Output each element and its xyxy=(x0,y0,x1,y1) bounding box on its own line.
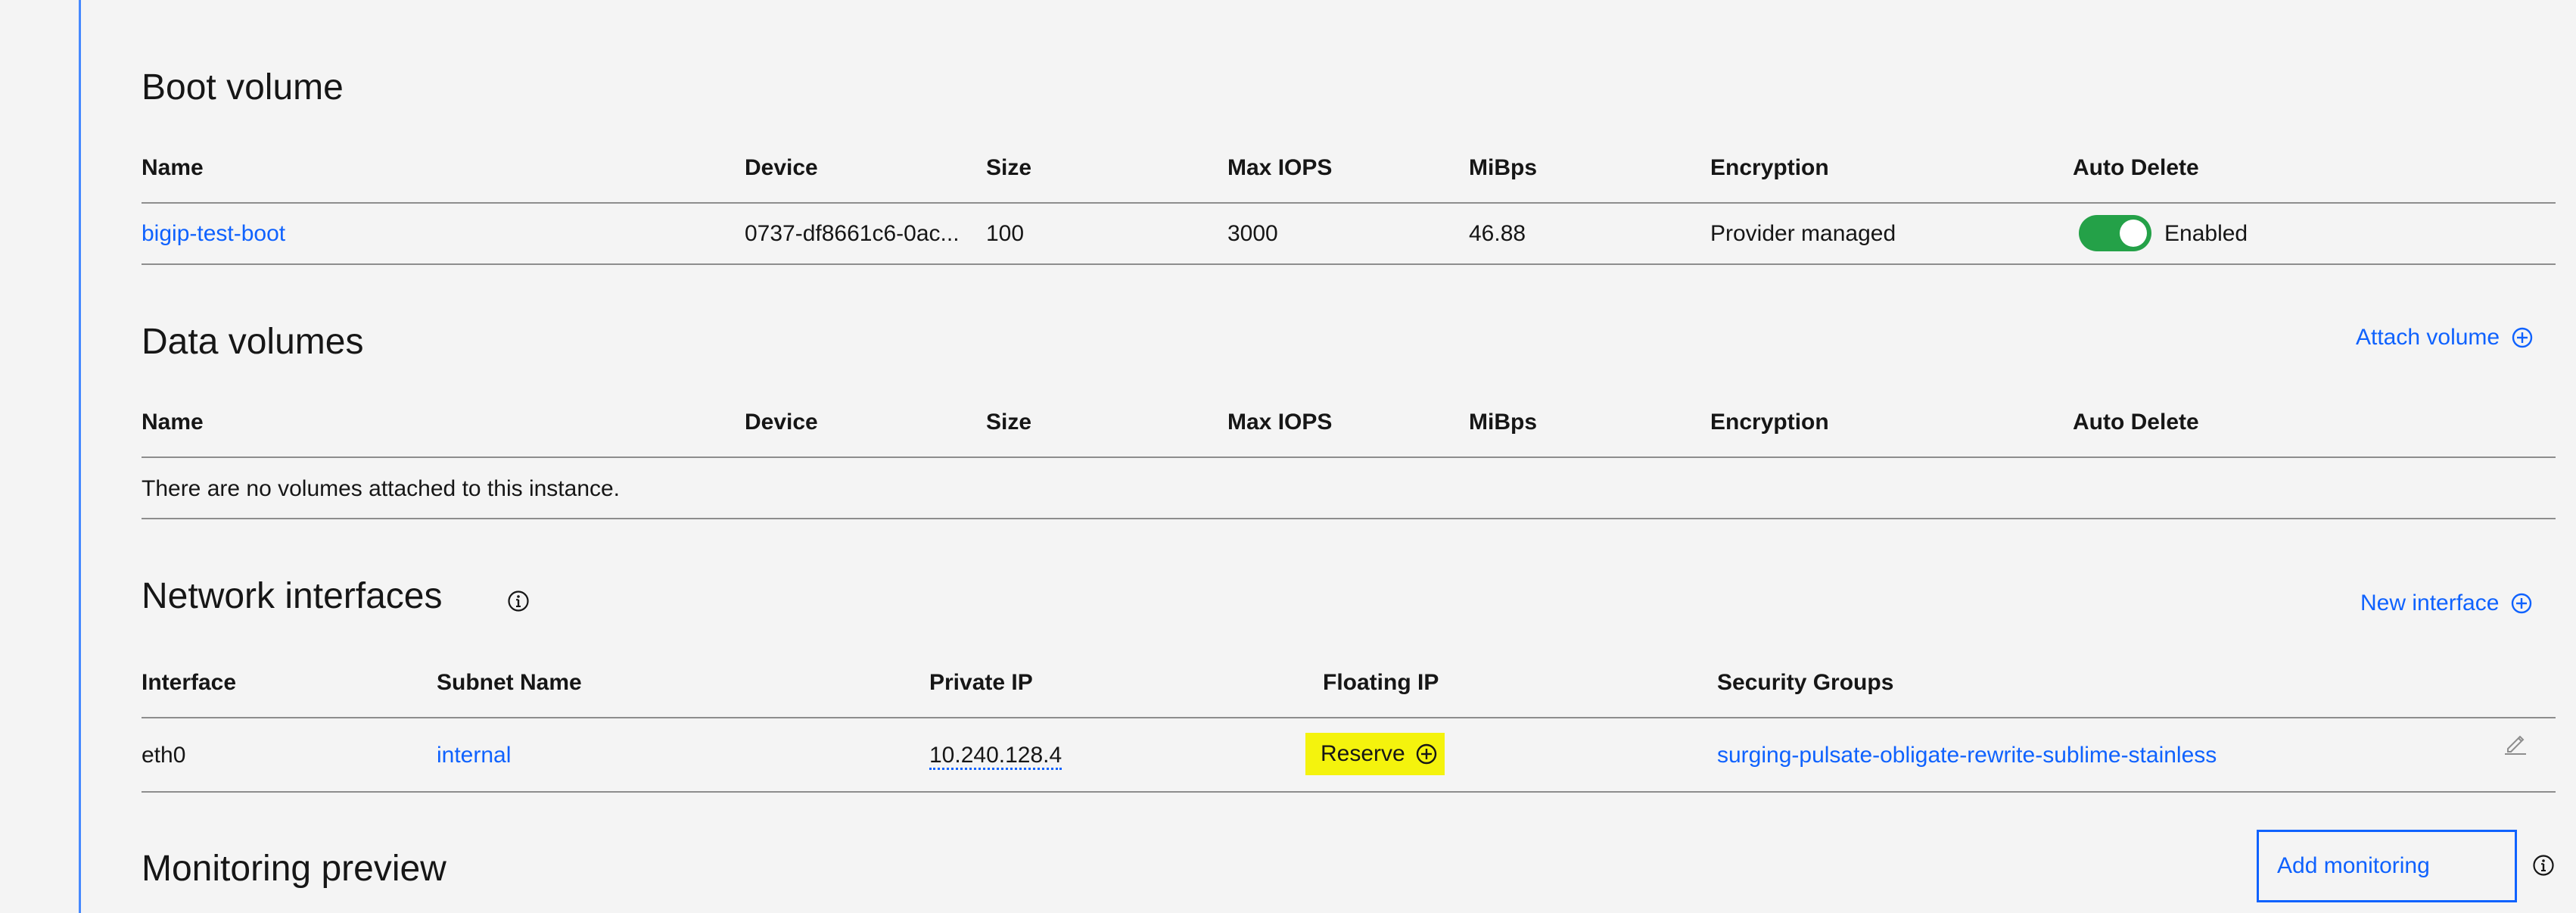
private-ip-cell: 10.240.128.4 xyxy=(929,743,1062,770)
subnet-link[interactable]: internal xyxy=(437,743,511,768)
boot-volume-name-link[interactable]: bigip-test-boot xyxy=(142,221,285,247)
col-header-size: Size xyxy=(986,155,1032,180)
col-header-encryption: Encryption xyxy=(1710,155,1829,180)
col-header-mibps: MiBps xyxy=(1469,410,1537,435)
interface-name: eth0 xyxy=(142,743,186,768)
col-header-auto-delete: Auto Delete xyxy=(2073,155,2199,180)
col-header-interface: Interface xyxy=(142,670,237,695)
col-header-private-ip: Private IP xyxy=(929,670,1033,695)
add-monitoring-button[interactable]: Add monitoring xyxy=(2257,830,2517,902)
private-ip-value[interactable]: 10.240.128.4 xyxy=(929,743,1062,770)
plus-circle-icon xyxy=(2512,327,2533,348)
boot-volume-encryption: Provider managed xyxy=(1710,221,1896,246)
boot-volume-max-iops: 3000 xyxy=(1227,221,1278,246)
col-header-max-iops: Max IOPS xyxy=(1227,410,1333,435)
col-header-name: Name xyxy=(142,155,204,180)
table-header-divider xyxy=(142,717,2556,718)
table-header-divider xyxy=(142,202,2556,204)
col-header-subnet-name: Subnet Name xyxy=(437,670,582,695)
left-accent-line xyxy=(79,0,81,913)
empty-state-message: There are no volumes attached to this in… xyxy=(142,476,621,501)
col-header-mibps: MiBps xyxy=(1469,155,1537,180)
pencil-icon[interactable] xyxy=(2502,729,2529,756)
attach-volume-button[interactable]: Attach volume xyxy=(2356,325,2533,351)
reserve-floating-ip-button[interactable]: Reserve xyxy=(1305,733,1445,775)
col-header-auto-delete: Auto Delete xyxy=(2073,410,2199,435)
new-interface-label: New interface xyxy=(2360,590,2500,615)
col-header-device: Device xyxy=(745,155,818,180)
boot-volume-mibps: 46.88 xyxy=(1469,221,1526,246)
attach-volume-label: Attach volume xyxy=(2356,325,2500,350)
auto-delete-state-label: Enabled xyxy=(2164,221,2248,246)
monitoring-preview-title: Monitoring preview xyxy=(142,849,446,889)
col-header-size: Size xyxy=(986,410,1032,435)
col-header-name: Name xyxy=(142,410,204,435)
info-circle-icon[interactable] xyxy=(2532,854,2555,877)
table-row-divider xyxy=(142,791,2556,793)
data-volumes-title: Data volumes xyxy=(142,322,364,362)
table-row-divider xyxy=(142,263,2556,265)
boot-volume-title: Boot volume xyxy=(142,67,344,108)
plus-circle-icon xyxy=(1416,743,1437,765)
boot-volume-size: 100 xyxy=(986,221,1025,246)
col-header-max-iops: Max IOPS xyxy=(1227,155,1333,180)
network-interfaces-title: Network interfaces xyxy=(142,576,443,616)
boot-volume-device: 0737-df8661c6-0ac... xyxy=(745,221,960,246)
new-interface-button[interactable]: New interface xyxy=(2360,590,2532,616)
toggle-knob xyxy=(2120,220,2147,247)
col-header-floating-ip: Floating IP xyxy=(1323,670,1439,695)
col-header-device: Device xyxy=(745,410,818,435)
col-header-encryption: Encryption xyxy=(1710,410,1829,435)
plus-circle-icon xyxy=(2511,593,2532,614)
security-group-link[interactable]: surging-pulsate-obligate-rewrite-sublime… xyxy=(1717,743,2217,768)
reserve-label: Reserve xyxy=(1321,741,1405,766)
col-header-security-groups: Security Groups xyxy=(1717,670,1894,695)
info-circle-icon[interactable] xyxy=(507,590,530,612)
table-header-divider xyxy=(142,457,2556,458)
table-row-divider xyxy=(142,518,2556,519)
auto-delete-toggle[interactable] xyxy=(2079,215,2151,251)
